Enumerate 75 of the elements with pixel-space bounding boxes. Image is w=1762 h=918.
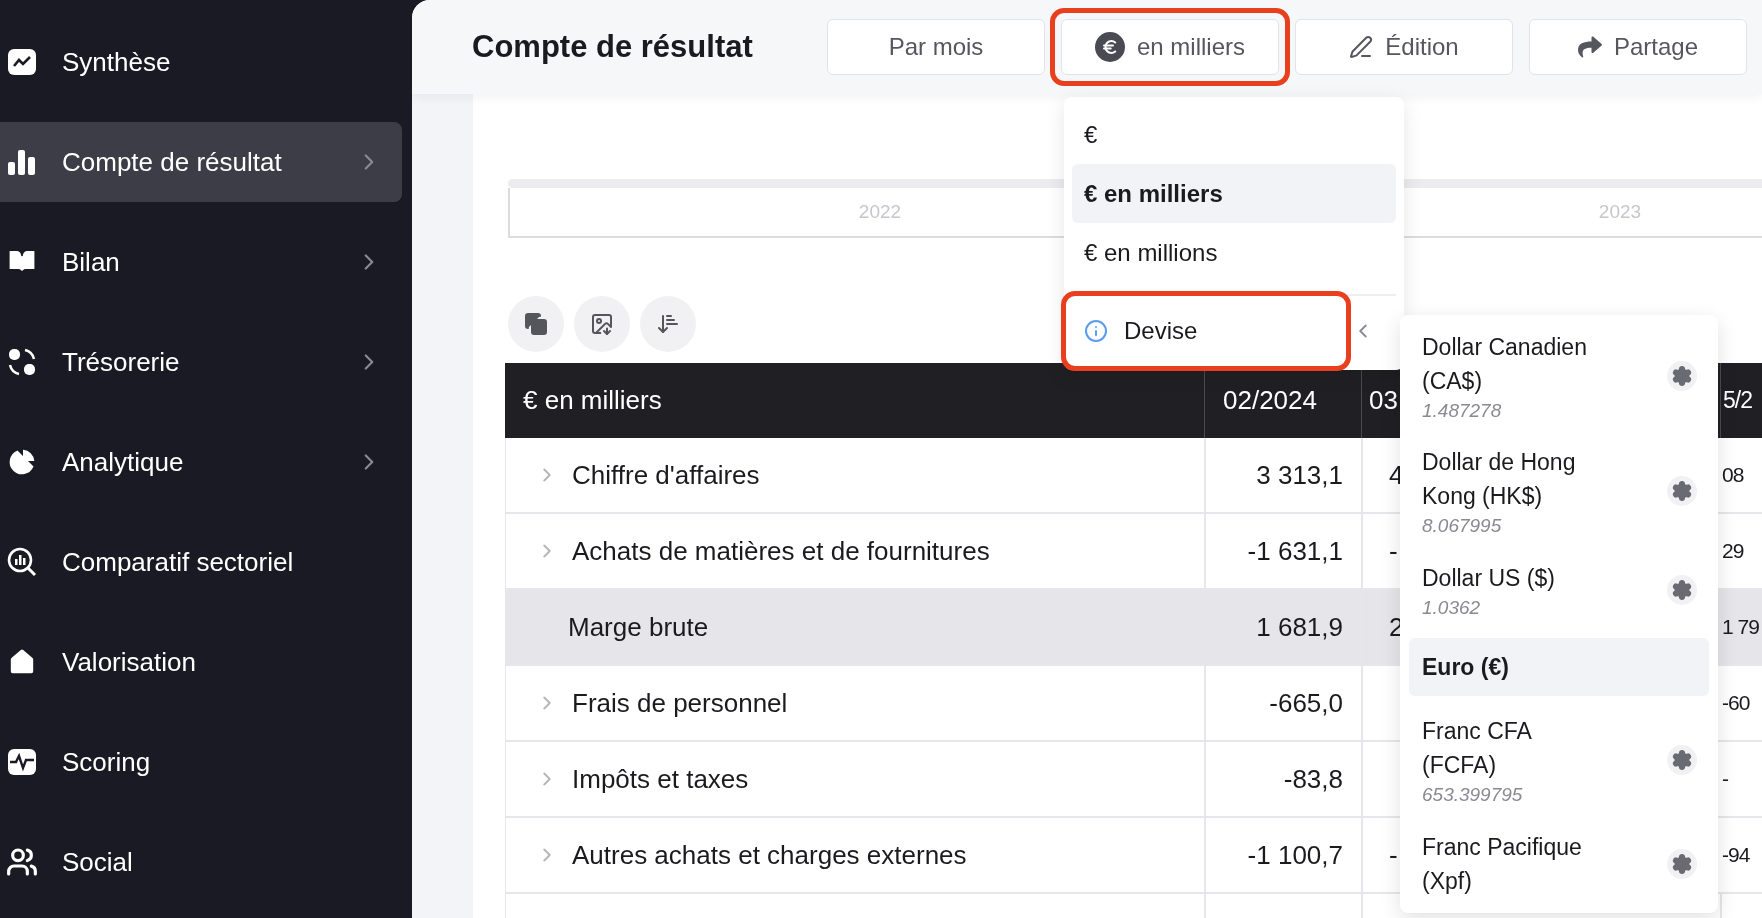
settings-icon[interactable]	[1667, 475, 1697, 506]
sort-button[interactable]	[640, 296, 696, 352]
table-cell: -83,8	[1204, 742, 1361, 818]
sidebar-item[interactable]: Scoring	[0, 722, 402, 802]
sidebar-label: Analytique	[62, 446, 185, 478]
row-label: Marge brute	[568, 611, 709, 643]
dots-cycle-icon	[6, 346, 38, 378]
year-label: 2023	[1597, 201, 1643, 223]
menu-item-label: Devise	[1124, 317, 1198, 345]
settings-icon[interactable]	[1667, 745, 1697, 776]
sidebar-item[interactable]: Bilan	[0, 222, 402, 302]
sidebar-label: Trésorerie	[62, 346, 181, 378]
table-cell: -1 100,7	[1204, 818, 1361, 894]
year-label: 2022	[857, 201, 903, 223]
sidebar-item[interactable]: Synthèse	[0, 22, 402, 102]
settings-icon[interactable]	[1667, 849, 1697, 879]
currency-item[interactable]: Euro (€)	[1409, 637, 1709, 696]
currency-name: Franc Pacifique (Xpf)	[1422, 833, 1583, 896]
sort-icon	[656, 312, 680, 336]
toolbar-button[interactable]: en milliers	[1061, 19, 1279, 75]
sidebar-item[interactable]: Trésorerie	[0, 322, 402, 402]
row-label: Chiffre d'affaires	[572, 459, 760, 491]
row-label: Achats de matières et de fournitures	[572, 535, 990, 567]
exchange-rate: 8.067995	[1422, 514, 1503, 537]
toolbar-button[interactable]: Édition	[1295, 19, 1513, 75]
toolbar-button[interactable]: Partage	[1529, 19, 1747, 75]
share-icon	[1577, 35, 1602, 59]
settings-icon[interactable]	[1667, 360, 1697, 391]
toolbar-button[interactable]: Par mois	[827, 19, 1045, 75]
table-cell: -1 631,1	[1204, 514, 1361, 590]
euro-icon	[1095, 32, 1125, 62]
exchange-rate: 1.0362	[1422, 596, 1482, 619]
table-cell: 1 79	[1720, 590, 1762, 666]
pie-chart-icon	[6, 446, 38, 478]
row-label: Frais de personnel	[572, 687, 788, 719]
table-cell: 3 313,1	[1204, 438, 1361, 514]
pen-icon	[1349, 35, 1374, 59]
magnifier-chart-icon	[6, 546, 38, 578]
table-cell: -665,0	[1204, 666, 1361, 742]
currency-name: Dollar de Hong Kong (HK$)	[1422, 447, 1577, 511]
row-label: Impôts et taxes	[572, 763, 749, 795]
currency-item[interactable]: Franc CFA (FCFA) 653.399795	[1409, 709, 1709, 811]
sidebar-label: Synthèse	[62, 46, 172, 78]
sidebar-label: Scoring	[62, 746, 152, 778]
table-cell: 1 681,9	[1204, 590, 1361, 666]
sidebar-label: Comparatif sectoriel	[62, 546, 295, 578]
menu-item[interactable]: € en millions	[1072, 223, 1396, 282]
users-icon	[6, 846, 38, 878]
menu-item[interactable]: €	[1072, 105, 1396, 164]
exchange-rate: 653.399795	[1422, 784, 1524, 807]
column-header: 5/2	[1720, 363, 1762, 438]
row-label: Autres achats et charges externes	[572, 839, 967, 871]
exchange-rate: 1.487278	[1422, 399, 1503, 422]
image-download-button[interactable]	[574, 296, 630, 352]
sidebar-item[interactable]: Comparatif sectoriel	[0, 522, 402, 602]
sidebar-item[interactable]: Valorisation	[0, 622, 402, 702]
info-icon	[1084, 319, 1108, 343]
menu-item[interactable]: Devise	[1072, 302, 1340, 360]
image-download-icon	[590, 312, 614, 336]
sidebar-item[interactable]: Social	[0, 822, 402, 902]
copy-button[interactable]	[508, 296, 564, 352]
settings-icon[interactable]	[1667, 574, 1697, 605]
column-header: € en milliers	[505, 363, 1204, 438]
pulse-icon	[6, 746, 38, 778]
sidebar-item[interactable]: Analytique	[0, 422, 402, 502]
menu-item[interactable]: € en milliers	[1072, 164, 1396, 223]
currency-name: Franc CFA (FCFA)	[1422, 717, 1533, 781]
sidebar-label: Bilan	[62, 246, 121, 278]
page-title: Compte de résultat	[472, 29, 754, 65]
copy-icon	[524, 312, 548, 336]
sidebar-label: Compte de résultat	[62, 146, 283, 178]
sidebar-label: Valorisation	[62, 646, 197, 678]
currency-name: Dollar US ($)	[1422, 563, 1556, 593]
sidebar-item[interactable]: Compte de résultat	[0, 122, 402, 202]
sidebar-label: Social	[62, 846, 134, 878]
